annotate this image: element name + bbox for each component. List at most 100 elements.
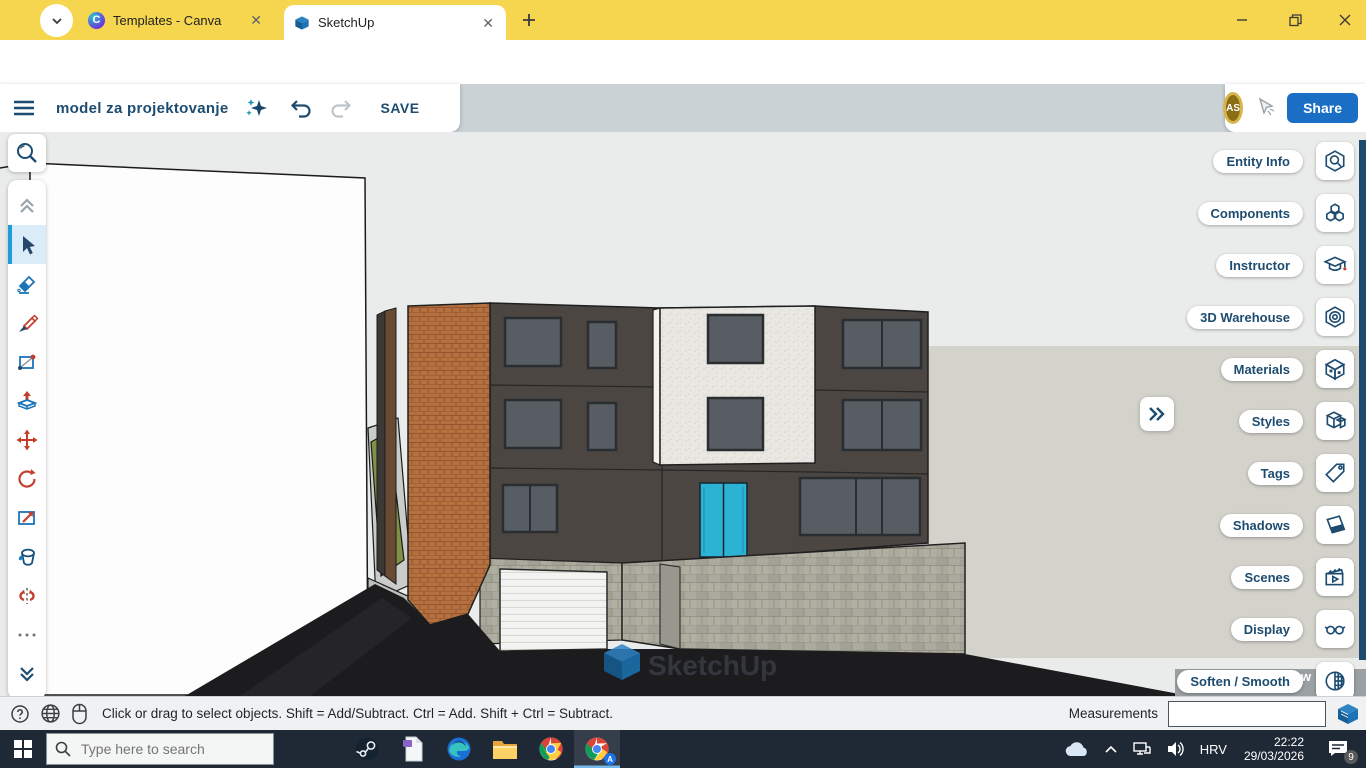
- white-plane[interactable]: [30, 163, 368, 695]
- more-tools-icon[interactable]: [8, 615, 46, 654]
- panel-display: Display: [1231, 610, 1354, 648]
- cyan-door[interactable]: [700, 483, 747, 557]
- display-icon[interactable]: [1316, 610, 1354, 648]
- user-avatar[interactable]: AS: [1223, 92, 1243, 124]
- new-tab-button[interactable]: [518, 9, 540, 31]
- language-indicator[interactable]: HRV: [1195, 730, 1232, 768]
- paint-bucket-tool-button[interactable]: [8, 537, 46, 576]
- panel-label: Tags: [1248, 462, 1303, 485]
- sketchup-watermark: SketchUp: [604, 644, 777, 681]
- expand-down-icon[interactable]: [8, 654, 46, 693]
- ai-sparkle-icon[interactable]: [244, 95, 270, 121]
- components-icon[interactable]: [1316, 194, 1354, 232]
- window-minimize-button[interactable]: [1227, 8, 1257, 32]
- scale-tool-button[interactable]: [8, 498, 46, 537]
- measurements-input[interactable]: [1168, 701, 1326, 727]
- redo-icon[interactable]: [328, 96, 354, 120]
- onedrive-cloud-icon[interactable]: [1059, 730, 1095, 768]
- flip-tool-button[interactable]: [8, 576, 46, 615]
- undo-icon[interactable]: [288, 96, 314, 120]
- line-tool-button[interactable]: [8, 303, 46, 342]
- window-restore-button[interactable]: [1280, 8, 1310, 32]
- tab-search-button[interactable]: [40, 4, 73, 37]
- eraser-tool-button[interactable]: [8, 264, 46, 303]
- panel-shadows: Shadows: [1220, 506, 1354, 544]
- header-right-toolbar: AS Share: [1225, 84, 1366, 132]
- document-app-icon[interactable]: [390, 730, 436, 768]
- expand-panels-button[interactable]: [1140, 397, 1174, 431]
- select-tool-button[interactable]: [8, 225, 46, 264]
- tray-expand-icon[interactable]: [1099, 730, 1123, 768]
- scenes-icon[interactable]: [1316, 558, 1354, 596]
- zoom-tool-button[interactable]: [8, 134, 46, 172]
- panel-scenes: Scenes: [1231, 558, 1354, 596]
- model-viewport[interactable]: SketchUp ow: [0, 132, 1366, 696]
- move-tool-button[interactable]: [8, 420, 46, 459]
- panel-label: Styles: [1239, 410, 1303, 433]
- panel-label: Shadows: [1220, 514, 1303, 537]
- close-tab-icon[interactable]: ✕: [248, 11, 264, 29]
- soften-smooth-icon[interactable]: [1316, 662, 1354, 696]
- tray-date: 29/03/2026: [1244, 749, 1304, 763]
- header-left-toolbar: model za projektovanje SAVE: [0, 84, 460, 132]
- rectangle-tool-button[interactable]: [8, 342, 46, 381]
- save-button[interactable]: SAVE: [380, 100, 419, 116]
- browser-address-bar: app.sketchup.com/app?_gl=1*11q9ea7*_gcl_…: [0, 40, 1366, 84]
- panel-label: Components: [1198, 202, 1303, 225]
- svg-text:A: A: [607, 755, 613, 764]
- mouse-icon: [71, 703, 88, 725]
- tab-sketchup-active[interactable]: SketchUp ✕: [284, 5, 506, 40]
- steam-icon[interactable]: [344, 730, 390, 768]
- instructor-icon[interactable]: [1316, 246, 1354, 284]
- notification-badge: 9: [1344, 750, 1358, 764]
- sketchup-header: model za projektovanje SAVE AS Share: [0, 84, 1366, 132]
- file-explorer-icon[interactable]: [482, 730, 528, 768]
- volume-icon[interactable]: [1161, 730, 1191, 768]
- tab-title: Templates - Canva: [113, 13, 240, 28]
- panel-label: 3D Warehouse: [1187, 306, 1303, 329]
- network-icon[interactable]: [1127, 730, 1157, 768]
- panel-label: Soften / Smooth: [1177, 670, 1303, 693]
- svg-text:SketchUp: SketchUp: [648, 650, 777, 681]
- panel-soften-smooth: Soften / Smooth: [1177, 662, 1354, 696]
- push-pull-tool-button[interactable]: [8, 381, 46, 420]
- menu-hamburger-icon[interactable]: [12, 98, 36, 118]
- clock-date[interactable]: 22:22 29/03/2026: [1236, 730, 1312, 768]
- materials-icon[interactable]: [1316, 350, 1354, 388]
- tags-icon[interactable]: [1316, 454, 1354, 492]
- sketchup-favicon: [294, 15, 310, 31]
- windows-taskbar: A HRV 22:22 29/03/2026 9: [0, 730, 1366, 768]
- collapse-up-icon[interactable]: [8, 186, 46, 225]
- entity-info-icon[interactable]: [1316, 142, 1354, 180]
- panel-components: Components: [1198, 194, 1354, 232]
- brick-column[interactable]: [408, 303, 490, 625]
- pointer-cursor-icon: [1253, 95, 1277, 121]
- language-globe-icon[interactable]: [40, 703, 61, 724]
- window-close-button[interactable]: [1330, 8, 1360, 32]
- action-center-icon[interactable]: 9: [1316, 730, 1360, 768]
- start-button[interactable]: [0, 730, 46, 768]
- edge-icon[interactable]: [436, 730, 482, 768]
- panel-label: Scenes: [1231, 566, 1303, 589]
- share-button[interactable]: Share: [1287, 93, 1358, 123]
- warehouse-icon[interactable]: [1316, 298, 1354, 336]
- measurements-label: Measurements: [1069, 706, 1158, 721]
- tool-rail: [8, 180, 46, 696]
- styles-icon[interactable]: [1316, 402, 1354, 440]
- panel-3d-warehouse: 3D Warehouse: [1187, 298, 1354, 336]
- rotate-tool-button[interactable]: [8, 459, 46, 498]
- close-tab-icon[interactable]: ✕: [480, 14, 496, 32]
- sketchup-logo-icon: [1336, 702, 1360, 726]
- tab-templates-canva[interactable]: C Templates - Canva ✕: [78, 0, 274, 40]
- taskbar-search[interactable]: [46, 733, 274, 765]
- tab-title: SketchUp: [318, 15, 472, 30]
- panel-dock-strip[interactable]: [1359, 140, 1366, 660]
- taskbar-search-input[interactable]: [79, 740, 253, 758]
- help-icon[interactable]: [10, 704, 30, 724]
- garage-door[interactable]: [500, 569, 607, 651]
- shadows-icon[interactable]: [1316, 506, 1354, 544]
- chrome-active-icon[interactable]: A: [574, 730, 620, 768]
- browser-tab-strip: C Templates - Canva ✕ SketchUp ✕: [0, 0, 1366, 40]
- chrome-icon[interactable]: [528, 730, 574, 768]
- document-title[interactable]: model za projektovanje: [56, 100, 228, 117]
